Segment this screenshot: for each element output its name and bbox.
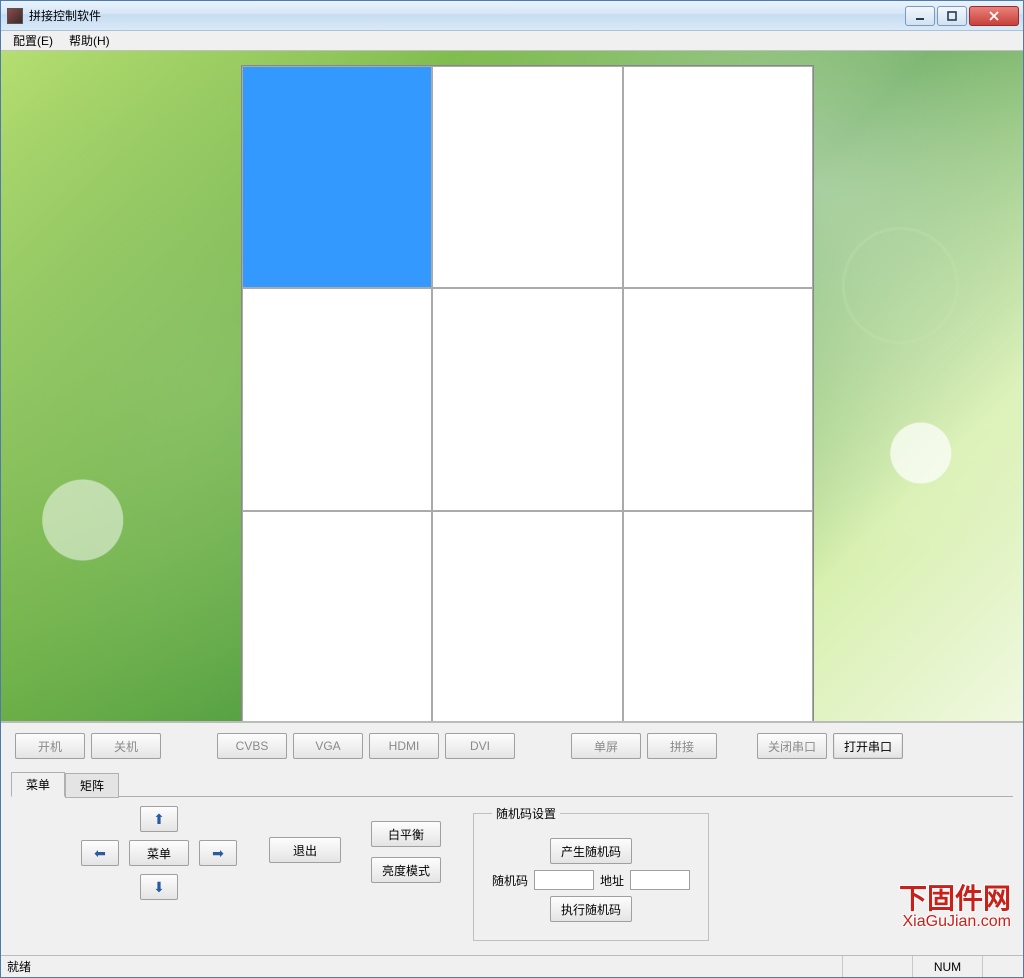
cvbs-button[interactable]: CVBS bbox=[217, 733, 287, 759]
grid-cell[interactable] bbox=[623, 511, 813, 722]
statusbar: 就绪 NUM bbox=[1, 955, 1023, 977]
single-button[interactable]: 单屏 bbox=[571, 733, 641, 759]
arrow-left-icon: ⬅ bbox=[94, 845, 106, 861]
dpad: ⬆ ⬅ 菜单 ➡ ⬇ bbox=[79, 805, 239, 901]
grid-cell[interactable] bbox=[623, 66, 813, 288]
toolbar-row: 开机 关机 CVBS VGA HDMI DVI 单屏 拼接 关闭串口 打开串口 bbox=[11, 729, 1013, 767]
random-code-input[interactable] bbox=[534, 870, 594, 890]
grid-cell[interactable] bbox=[432, 511, 622, 722]
power-on-button[interactable]: 开机 bbox=[15, 733, 85, 759]
menubar: 配置(E) 帮助(H) bbox=[1, 31, 1023, 51]
arrow-right-icon: ➡ bbox=[212, 845, 224, 861]
minimize-icon bbox=[915, 11, 925, 21]
titlebar: 拼接控制软件 bbox=[1, 1, 1023, 31]
random-code-label: 随机码 bbox=[492, 872, 528, 889]
splice-button[interactable]: 拼接 bbox=[647, 733, 717, 759]
close-port-button[interactable]: 关闭串口 bbox=[757, 733, 827, 759]
white-balance-button[interactable]: 白平衡 bbox=[371, 821, 441, 847]
tab-body: ⬆ ⬅ 菜单 ➡ ⬇ 退出 白平衡 亮度模式 bbox=[11, 796, 1013, 951]
dpad-up-button[interactable]: ⬆ bbox=[140, 806, 178, 832]
status-num: NUM bbox=[913, 956, 983, 977]
grid-cell[interactable] bbox=[242, 288, 432, 510]
window-title: 拼接控制软件 bbox=[29, 7, 905, 24]
close-button[interactable] bbox=[969, 6, 1019, 26]
minimize-button[interactable] bbox=[905, 6, 935, 26]
random-addr-input[interactable] bbox=[630, 870, 690, 890]
random-code-legend: 随机码设置 bbox=[492, 805, 560, 822]
tab-menu[interactable]: 菜单 bbox=[11, 772, 65, 797]
tab-matrix[interactable]: 矩阵 bbox=[65, 773, 119, 798]
arrow-up-icon: ⬆ bbox=[153, 811, 165, 827]
power-off-button[interactable]: 关机 bbox=[91, 733, 161, 759]
status-empty-2 bbox=[983, 956, 1023, 977]
close-icon bbox=[989, 11, 999, 21]
generate-random-button[interactable]: 产生随机码 bbox=[550, 838, 632, 864]
main-window: 拼接控制软件 配置(E) 帮助(H) bbox=[0, 0, 1024, 978]
random-addr-label: 地址 bbox=[600, 872, 624, 889]
dpad-down-button[interactable]: ⬇ bbox=[140, 874, 178, 900]
grid-cell[interactable] bbox=[242, 66, 432, 288]
random-code-fieldset: 随机码设置 产生随机码 随机码 地址 执行随机码 bbox=[473, 805, 709, 941]
maximize-button[interactable] bbox=[937, 6, 967, 26]
dvi-button[interactable]: DVI bbox=[445, 733, 515, 759]
hdmi-button[interactable]: HDMI bbox=[369, 733, 439, 759]
screen-grid bbox=[241, 65, 814, 722]
vga-button[interactable]: VGA bbox=[293, 733, 363, 759]
grid-cell[interactable] bbox=[623, 288, 813, 510]
app-icon bbox=[7, 8, 23, 24]
control-panel: 开机 关机 CVBS VGA HDMI DVI 单屏 拼接 关闭串口 打开串口 … bbox=[1, 722, 1023, 955]
canvas-area bbox=[1, 51, 1023, 722]
dpad-left-button[interactable]: ⬅ bbox=[81, 840, 119, 866]
maximize-icon bbox=[947, 11, 957, 21]
status-ready: 就绪 bbox=[1, 956, 843, 977]
arrow-down-icon: ⬇ bbox=[153, 879, 165, 895]
grid-cell[interactable] bbox=[432, 288, 622, 510]
brightness-mode-button[interactable]: 亮度模式 bbox=[371, 857, 441, 883]
exit-button[interactable]: 退出 bbox=[269, 837, 341, 863]
status-empty-1 bbox=[843, 956, 913, 977]
dpad-menu-button[interactable]: 菜单 bbox=[129, 840, 189, 866]
tabs: 菜单 矩阵 bbox=[11, 767, 1013, 796]
menu-config[interactable]: 配置(E) bbox=[5, 30, 61, 51]
dpad-right-button[interactable]: ➡ bbox=[199, 840, 237, 866]
execute-random-button[interactable]: 执行随机码 bbox=[550, 896, 632, 922]
grid-cell[interactable] bbox=[242, 511, 432, 722]
grid-cell[interactable] bbox=[432, 66, 622, 288]
open-port-button[interactable]: 打开串口 bbox=[833, 733, 903, 759]
menu-help[interactable]: 帮助(H) bbox=[61, 30, 118, 51]
window-buttons bbox=[905, 6, 1019, 26]
